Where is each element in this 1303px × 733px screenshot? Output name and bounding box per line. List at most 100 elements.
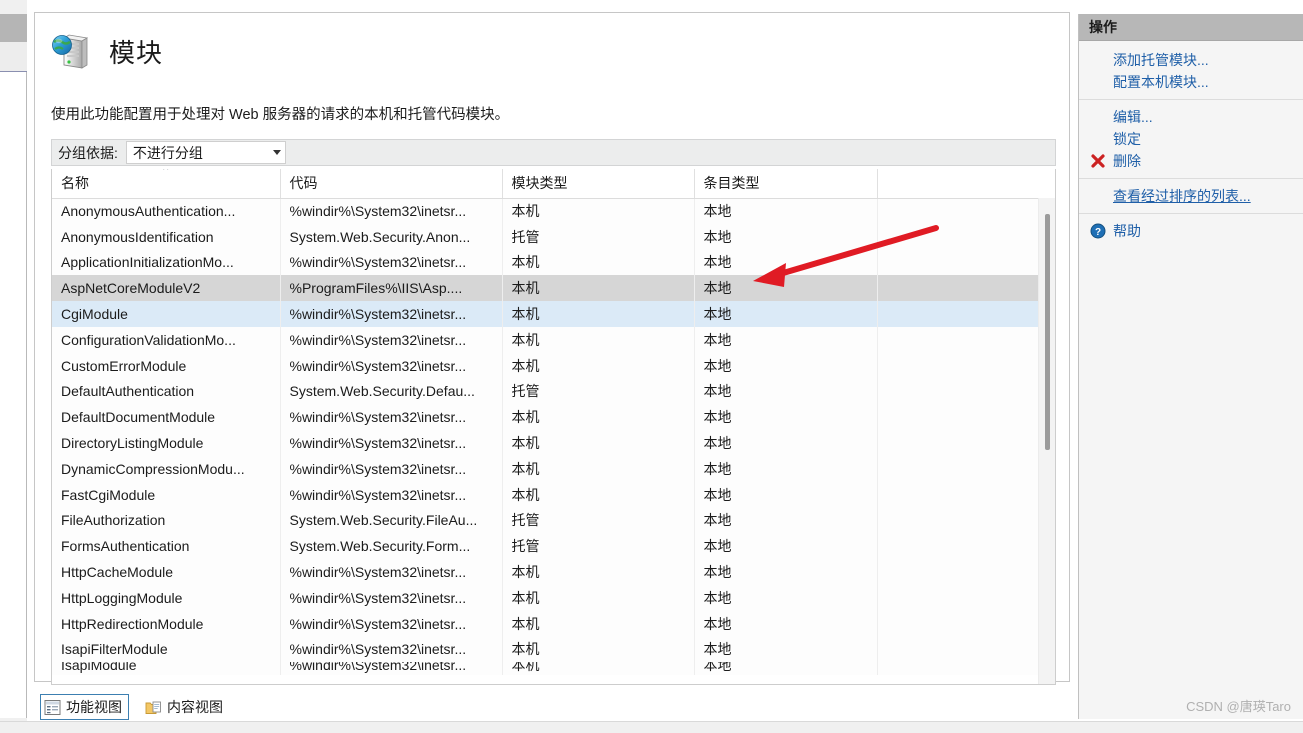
table-row[interactable]: DynamicCompressionModu... %windir%\System… [52, 455, 1055, 482]
cell-spacer [877, 508, 1055, 534]
modules-table-container: ^ 名称 代码 模块类型 条目类型 AnonymousAuthenticatio… [51, 169, 1056, 685]
sort-ascending-icon: ^ [163, 169, 169, 176]
cell-entry-type: 本地 [694, 533, 878, 560]
table-row[interactable]: ApplicationInitializationMo... %windir%\S… [52, 249, 1055, 276]
action-group: ? 帮助 [1079, 213, 1303, 248]
cell-module-code: %windir%\System32\inetsr... [280, 430, 503, 456]
modules-table-body: AnonymousAuthentication... %windir%\Syste… [52, 198, 1055, 676]
watermark-text: CSDN @唐瑛Taro [1186, 699, 1291, 714]
cell-entry-type: 本地 [694, 507, 878, 534]
table-row[interactable]: HttpLoggingModule %windir%\System32\inets… [52, 584, 1055, 611]
modules-content-pane: 模块 使用此功能配置用于处理对 Web 服务器的请求的本机和托管代码模块。 分组… [34, 12, 1070, 685]
table-row[interactable]: FormsAuthentication System.Web.Security.F… [52, 533, 1055, 560]
cell-module-type: 托管 [502, 533, 695, 560]
cell-module-code: %ProgramFiles%\IIS\Asp.... [280, 275, 503, 302]
cell-module-type: 本机 [502, 275, 695, 302]
table-row[interactable]: AspNetCoreModuleV2 %ProgramFiles%\IIS\Asp… [52, 275, 1055, 302]
column-header-module-type[interactable]: 模块类型 [502, 169, 695, 199]
tab-features-view[interactable]: 功能视图 [40, 694, 129, 720]
table-row[interactable]: AnonymousIdentification System.Web.Securi… [52, 223, 1055, 250]
table-row[interactable]: HttpCacheModule %windir%\System32\inetsr.… [52, 559, 1055, 585]
cell-module-name: AnonymousIdentification [52, 223, 281, 250]
table-row[interactable]: DefaultAuthentication System.Web.Security… [52, 378, 1055, 405]
table-row[interactable]: CustomErrorModule %windir%\System32\inets… [52, 352, 1055, 379]
cell-module-name: IsapiModule [52, 662, 281, 676]
column-header-code[interactable]: 代码 [280, 169, 503, 199]
action-item-link[interactable]: 配置本机模块... [1079, 71, 1303, 93]
table-row[interactable]: DefaultDocumentModule %windir%\System32\i… [52, 404, 1055, 431]
action-item-link[interactable]: 编辑... [1079, 106, 1303, 128]
table-vertical-scrollbar[interactable] [1038, 198, 1055, 684]
cell-module-name: DefaultDocumentModule [52, 404, 281, 431]
cell-entry-type: 本地 [694, 378, 878, 405]
content-view-icon [145, 699, 162, 716]
cell-module-code: System.Web.Security.Form... [280, 533, 503, 560]
view-tabs: 功能视图 内容视图 [40, 694, 230, 720]
red-x-icon [1089, 152, 1107, 170]
cell-module-code: %windir%\System32\inetsr... [280, 198, 503, 224]
action-item-link[interactable]: 锁定 [1079, 128, 1303, 150]
cell-module-name: DefaultAuthentication [52, 378, 281, 405]
cell-spacer [877, 301, 1055, 327]
action-icon-placeholder [1089, 108, 1107, 126]
cell-spacer [877, 379, 1055, 405]
cell-module-name: CgiModule [52, 301, 281, 327]
action-group: 添加托管模块... 配置本机模块... [1079, 49, 1303, 99]
cell-module-code: %windir%\System32\inetsr... [280, 249, 503, 276]
cell-module-type: 本机 [502, 249, 695, 276]
cell-spacer [877, 585, 1055, 611]
table-row[interactable]: HttpRedirectionModule %windir%\System32\i… [52, 610, 1055, 637]
cell-module-type: 本机 [502, 326, 695, 353]
tab-content-view[interactable]: 内容视图 [141, 694, 230, 720]
action-item-help-question[interactable]: ? 帮助 [1079, 220, 1303, 242]
table-scrollbar-thumb[interactable] [1045, 214, 1050, 450]
cell-entry-type: 本地 [694, 559, 878, 585]
cell-spacer [877, 662, 1055, 675]
table-row[interactable]: DirectoryListingModule %windir%\System32\… [52, 430, 1055, 456]
cell-entry-type: 本地 [694, 584, 878, 611]
action-item-label: 帮助 [1113, 223, 1141, 239]
cell-module-code: %windir%\System32\inetsr... [280, 352, 503, 379]
page-title: 模块 [109, 37, 164, 68]
cell-spacer [877, 559, 1055, 585]
cell-spacer [877, 533, 1055, 559]
action-item-red-x[interactable]: 删除 [1079, 150, 1303, 172]
action-item-link[interactable]: 添加托管模块... [1079, 49, 1303, 71]
column-header-name[interactable]: ^ 名称 [52, 169, 281, 199]
cell-module-type: 本机 [502, 610, 695, 637]
table-row[interactable]: ConfigurationValidationMo... %windir%\Sys… [52, 326, 1055, 353]
action-item-link[interactable]: 查看经过排序的列表... [1079, 185, 1303, 207]
column-header-entry-type[interactable]: 条目类型 [694, 169, 878, 199]
column-header-code-label: 代码 [289, 175, 318, 192]
connections-tree-panel-stub[interactable] [0, 0, 27, 733]
group-by-dropdown[interactable]: 不进行分组 [125, 141, 286, 164]
cell-module-type: 托管 [502, 507, 695, 534]
group-by-bar: 分组依据: 不进行分组 [51, 139, 1056, 166]
cell-module-code: System.Web.Security.Anon... [280, 223, 503, 250]
cell-module-type: 托管 [502, 378, 695, 405]
cell-entry-type: 本地 [694, 326, 878, 353]
cell-spacer [877, 275, 1055, 302]
table-row[interactable]: IsapiFilterModule %windir%\System32\inets… [52, 636, 1055, 663]
actions-panel: 操作 添加托管模块... 配置本机模块... 编辑... 锁定 删除 查看经过排序的列表.… [1078, 14, 1303, 719]
table-row[interactable]: FileAuthorization System.Web.Security.Fil… [52, 507, 1055, 534]
cell-spacer [877, 637, 1055, 663]
table-row[interactable]: CgiModule %windir%\System32\inetsr... 本机 本地 [52, 301, 1055, 327]
cell-spacer [877, 327, 1055, 353]
table-row[interactable]: FastCgiModule %windir%\System32\inetsr...… [52, 481, 1055, 508]
cell-module-name: AspNetCoreModuleV2 [52, 275, 281, 302]
column-header-spacer[interactable] [877, 169, 1055, 199]
cell-module-name: ApplicationInitializationMo... [52, 249, 281, 276]
cell-module-code: %windir%\System32\inetsr... [280, 610, 503, 637]
table-row[interactable]: AnonymousAuthentication... %windir%\Syste… [52, 198, 1055, 224]
cell-spacer [877, 250, 1055, 276]
table-row[interactable]: IsapiModule %windir%\System32\inetsr... 本机… [52, 662, 1055, 676]
cell-module-type: 本机 [502, 404, 695, 431]
cell-entry-type: 本地 [694, 481, 878, 508]
cell-entry-type: 本地 [694, 249, 878, 276]
cell-entry-type: 本地 [694, 352, 878, 379]
cell-module-type: 本机 [502, 198, 695, 224]
cell-module-code: System.Web.Security.Defau... [280, 378, 503, 405]
column-header-entry-type-label: 条目类型 [703, 175, 760, 192]
cell-module-code: %windir%\System32\inetsr... [280, 481, 503, 508]
